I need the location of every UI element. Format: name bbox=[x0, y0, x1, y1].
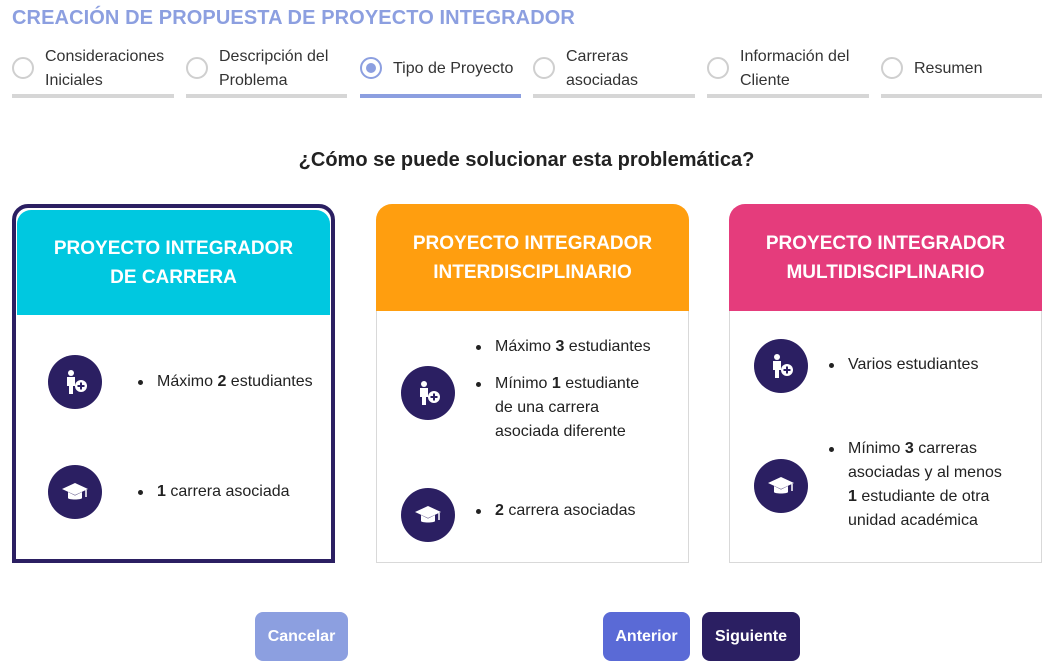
step-descripcion-del-problema[interactable]: Descripción del Problema bbox=[186, 44, 347, 98]
card-title: PROYECTO INTEGRADOR MULTIDISCIPLINARIO bbox=[765, 232, 1006, 283]
step-consideraciones-iniciales[interactable]: Consideraciones Iniciales bbox=[12, 44, 174, 98]
page-title: CREACIÓN DE PROPUESTA DE PROYECTO INTEGR… bbox=[12, 7, 575, 29]
step-radio[interactable] bbox=[186, 57, 208, 79]
careers-list: 1 carrera asociada bbox=[136, 480, 316, 517]
list-item: Máximo 3 estudiantes bbox=[474, 335, 654, 359]
step-progress-bar bbox=[12, 94, 174, 98]
card-title: PROYECTO INTEGRADOR INTERDISCIPLINARIO bbox=[412, 232, 653, 283]
step-label: Tipo de Proyecto bbox=[393, 60, 514, 77]
step-carreras-asociadas[interactable]: Carreras asociadas bbox=[533, 44, 695, 98]
careers-list: Mínimo 3 carreras asociadas y al menos 1… bbox=[827, 437, 1007, 546]
list-item: Varios estudiantes bbox=[827, 353, 1017, 377]
next-button[interactable]: Siguiente bbox=[702, 612, 800, 661]
card-header: PROYECTO INTEGRADOR DE CARRERA bbox=[17, 210, 330, 315]
person-add-icon bbox=[48, 355, 102, 409]
cancel-button[interactable]: Cancelar bbox=[255, 612, 348, 661]
card-header: PROYECTO INTEGRADOR INTERDISCIPLINARIO bbox=[376, 204, 689, 311]
step-radio-selected[interactable] bbox=[360, 57, 382, 79]
list-item: Mínimo 3 carreras asociadas y al menos 1… bbox=[827, 437, 1007, 533]
card-body: Máximo 3 estudiantes Mínimo 1 estudiante… bbox=[376, 311, 689, 563]
step-radio[interactable] bbox=[707, 57, 729, 79]
stepper: Consideraciones Iniciales Descripción de… bbox=[12, 44, 1042, 100]
step-label: Consideraciones Iniciales bbox=[45, 48, 165, 89]
list-item: 1 carrera asociada bbox=[136, 480, 316, 504]
graduation-cap-icon bbox=[754, 459, 808, 513]
step-label: Carreras asociadas bbox=[566, 48, 639, 89]
card-header: PROYECTO INTEGRADOR MULTIDISCIPLINARIO bbox=[729, 204, 1042, 311]
step-radio[interactable] bbox=[12, 57, 34, 79]
list-item: Mínimo 1 estudiante de una carrera asoci… bbox=[474, 372, 654, 444]
card-proyecto-integrador-de-carrera[interactable]: PROYECTO INTEGRADOR DE CARRERA Máximo 2 … bbox=[12, 204, 335, 563]
list-item: Máximo 2 estudiantes bbox=[136, 370, 316, 394]
step-progress-bar bbox=[881, 94, 1042, 98]
person-add-icon bbox=[401, 366, 455, 420]
person-add-icon bbox=[754, 339, 808, 393]
step-label: Información del Cliente bbox=[740, 48, 850, 89]
graduation-cap-icon bbox=[48, 465, 102, 519]
graduation-cap-icon bbox=[401, 488, 455, 542]
step-tipo-de-proyecto[interactable]: Tipo de Proyecto bbox=[360, 44, 521, 98]
step-radio[interactable] bbox=[533, 57, 555, 79]
step-label: Descripción del Problema bbox=[219, 48, 329, 89]
card-body: Máximo 2 estudiantes 1 carrera asociada bbox=[16, 315, 331, 559]
previous-button[interactable]: Anterior bbox=[603, 612, 690, 661]
step-radio[interactable] bbox=[881, 57, 903, 79]
card-body: Varios estudiantes Mínimo 3 carreras aso… bbox=[729, 311, 1042, 563]
step-informacion-del-cliente[interactable]: Información del Cliente bbox=[707, 44, 869, 98]
step-progress-bar-active bbox=[360, 94, 521, 98]
students-list: Máximo 2 estudiantes bbox=[136, 370, 316, 407]
students-list: Varios estudiantes bbox=[827, 353, 1017, 390]
list-item: 2 carrera asociadas bbox=[474, 499, 664, 523]
step-label: Resumen bbox=[914, 60, 983, 77]
step-progress-bar bbox=[533, 94, 695, 98]
careers-list: 2 carrera asociadas bbox=[474, 499, 664, 536]
card-title: PROYECTO INTEGRADOR DE CARRERA bbox=[53, 237, 294, 288]
card-proyecto-integrador-multidisciplinario[interactable]: PROYECTO INTEGRADOR MULTIDISCIPLINARIO V… bbox=[729, 204, 1042, 563]
step-progress-bar bbox=[707, 94, 869, 98]
step-resumen[interactable]: Resumen bbox=[881, 44, 1042, 98]
question-heading: ¿Cómo se puede solucionar esta problemát… bbox=[298, 149, 755, 171]
students-list: Máximo 3 estudiantes Mínimo 1 estudiante… bbox=[474, 335, 654, 457]
card-proyecto-integrador-interdisciplinario[interactable]: PROYECTO INTEGRADOR INTERDISCIPLINARIO M… bbox=[376, 204, 689, 563]
step-progress-bar bbox=[186, 94, 347, 98]
